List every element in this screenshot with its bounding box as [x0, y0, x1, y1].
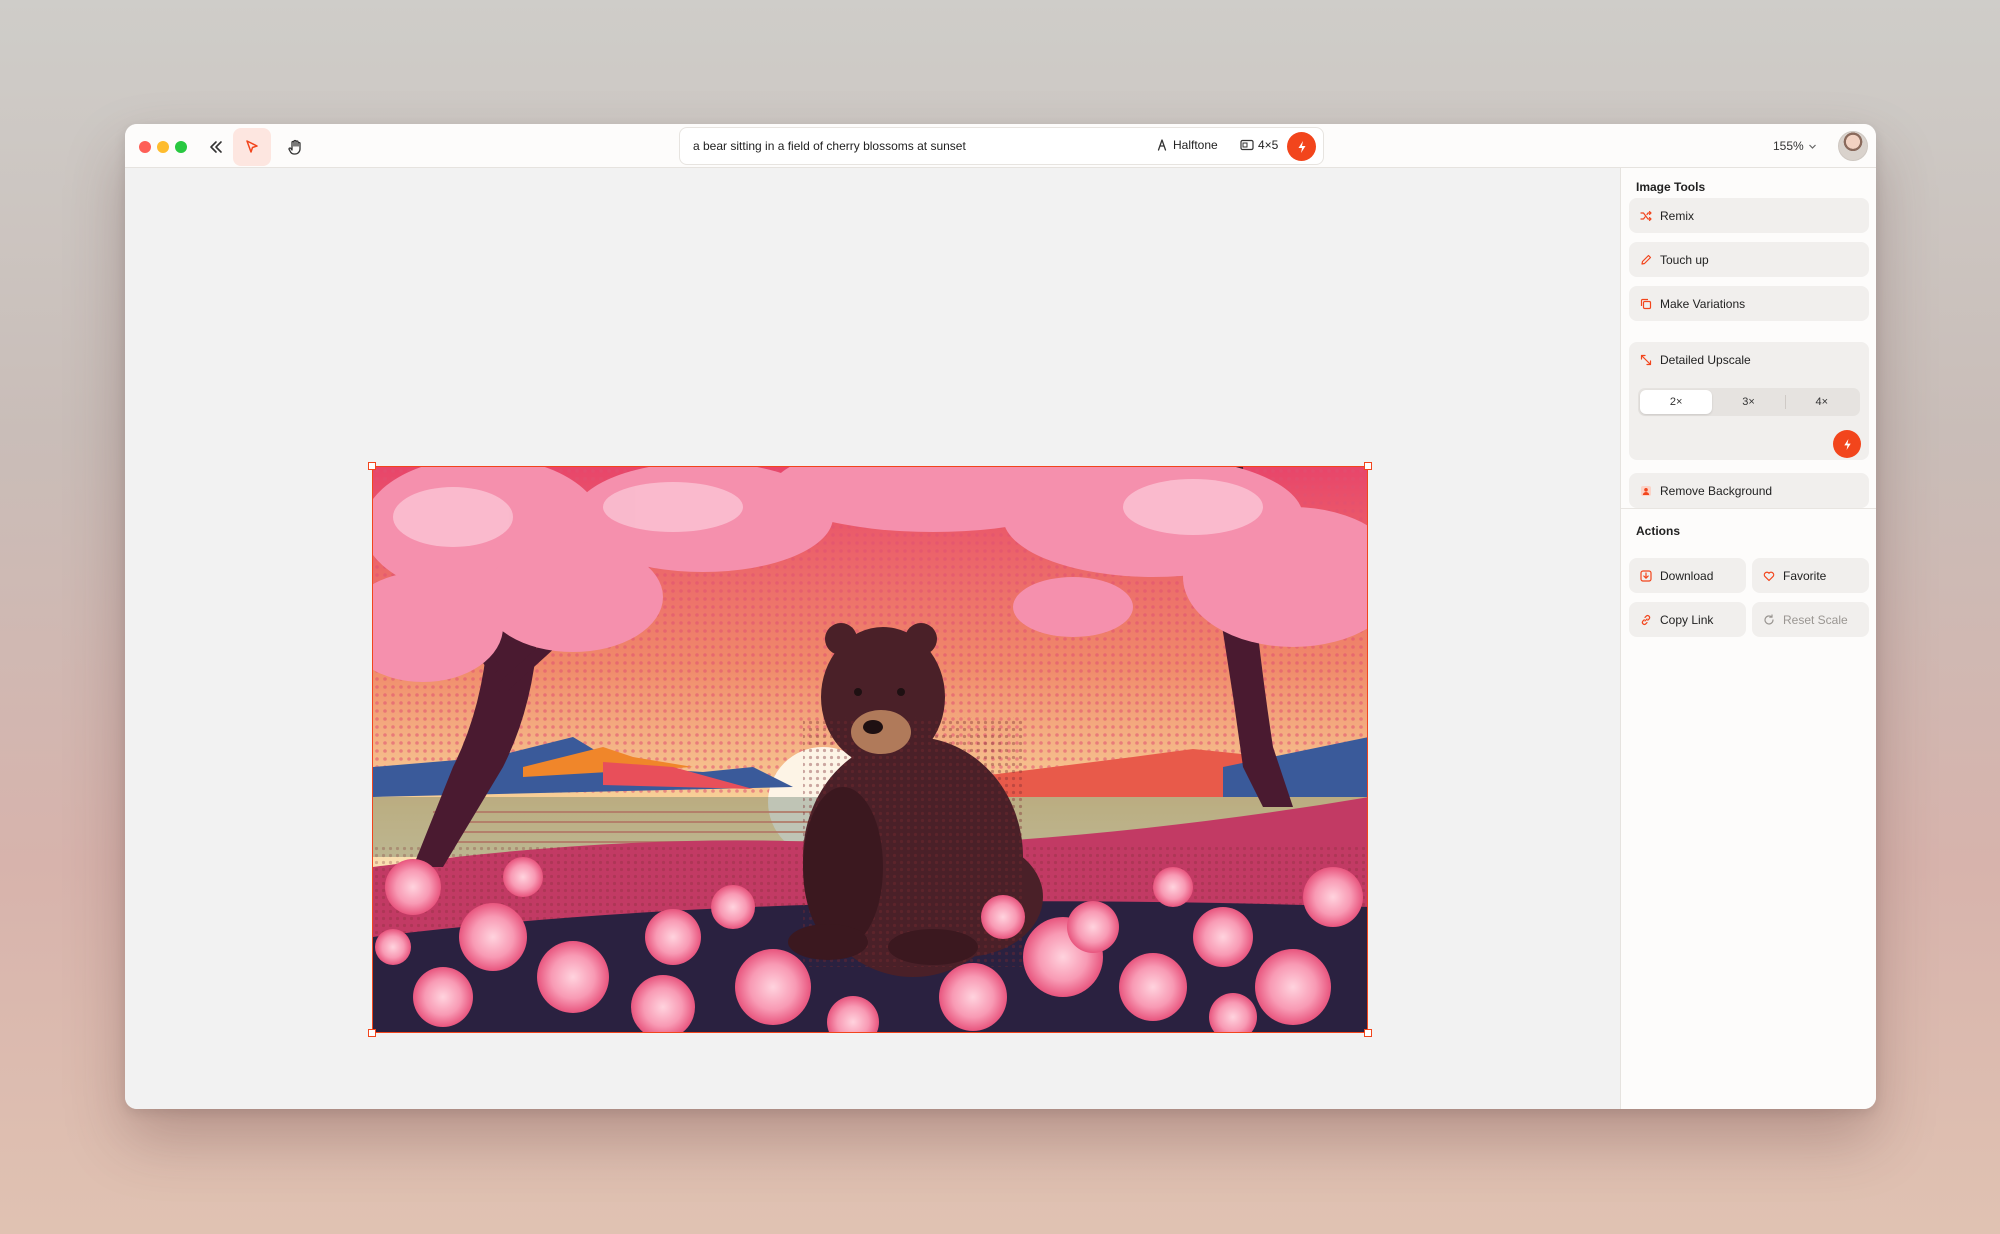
- zoom-label: 155%: [1773, 139, 1804, 153]
- style-selector[interactable]: Halftone: [1156, 138, 1218, 152]
- bear-cherry-blossom-artwork: [373, 467, 1367, 1032]
- download-icon: [1640, 569, 1652, 582]
- remove-background-label: Remove Background: [1660, 483, 1773, 498]
- resize-handle-bottom-right[interactable]: [1364, 1029, 1372, 1037]
- favorite-label: Favorite: [1783, 568, 1827, 583]
- expand-arrows-icon: [1640, 354, 1652, 366]
- touch-up-label: Touch up: [1660, 252, 1709, 267]
- remix-label: Remix: [1660, 208, 1695, 223]
- zoom-dropdown[interactable]: 155%: [1773, 139, 1817, 153]
- pointer-arrow-icon: [246, 140, 258, 153]
- detailed-upscale-header[interactable]: Detailed Upscale: [1640, 353, 1751, 367]
- favorite-button[interactable]: Favorite: [1752, 558, 1869, 593]
- avatar[interactable]: [1838, 131, 1868, 161]
- upscale-generate-button[interactable]: [1833, 430, 1861, 458]
- shuffle-icon: [1640, 210, 1652, 221]
- detailed-upscale-card: Detailed Upscale 2× 3× 4×: [1629, 342, 1869, 460]
- minimize-window-button[interactable]: [157, 141, 169, 153]
- chevron-down-icon: [1808, 144, 1816, 149]
- image-tools-panel: Image Tools Remix Touch up Make Variatio…: [1620, 168, 1876, 1109]
- lightning-icon: [1298, 140, 1305, 153]
- upscale-option-4x[interactable]: 4×: [1786, 390, 1858, 414]
- reset-scale-button[interactable]: Reset Scale: [1752, 602, 1869, 637]
- resize-handle-top-right[interactable]: [1364, 462, 1372, 470]
- upscale-option-2x[interactable]: 2×: [1640, 390, 1713, 414]
- aspect-ratio-selector[interactable]: 4×5: [1240, 138, 1278, 152]
- prompt-bar[interactable]: a bear sitting in a field of cherry blos…: [679, 127, 1324, 165]
- copy-icon: [1640, 298, 1652, 309]
- close-window-button[interactable]: [139, 141, 151, 153]
- make-variations-button[interactable]: Make Variations: [1629, 286, 1869, 321]
- ratio-label: 4×5: [1258, 138, 1279, 152]
- collapse-sidebar-button[interactable]: [203, 134, 229, 160]
- select-tool-button[interactable]: [233, 128, 271, 166]
- maximize-window-button[interactable]: [175, 141, 187, 153]
- hand-icon: [288, 139, 301, 155]
- touch-up-button[interactable]: Touch up: [1629, 242, 1869, 277]
- generate-button[interactable]: [1287, 132, 1316, 161]
- generated-image[interactable]: [372, 466, 1368, 1033]
- prompt-input[interactable]: a bear sitting in a field of cherry blos…: [693, 139, 966, 153]
- double-chevron-left-icon: [210, 141, 222, 153]
- resize-handle-bottom-left[interactable]: [368, 1029, 376, 1037]
- download-label: Download: [1660, 568, 1714, 583]
- brush-icon: [1157, 139, 1167, 151]
- style-label: Halftone: [1173, 138, 1218, 152]
- image-tools-title: Image Tools: [1636, 180, 1706, 194]
- lightning-icon: [1843, 438, 1851, 450]
- actions-title: Actions: [1636, 524, 1681, 538]
- copy-link-button[interactable]: Copy Link: [1629, 602, 1746, 637]
- aspect-ratio-icon: [1240, 139, 1254, 151]
- copy-link-label: Copy Link: [1660, 612, 1714, 627]
- upscale-factor-selector: 2× 3× 4×: [1638, 388, 1860, 416]
- upscale-option-3x[interactable]: 3×: [1712, 390, 1784, 414]
- link-icon: [1641, 614, 1651, 625]
- titlebar: a bear sitting in a field of cherry blos…: [125, 124, 1876, 168]
- resize-handle-top-left[interactable]: [368, 462, 376, 470]
- make-variations-label: Make Variations: [1660, 296, 1746, 311]
- pan-tool-button[interactable]: [277, 128, 315, 166]
- app-window: a bear sitting in a field of cherry blos…: [125, 124, 1876, 1109]
- pencil-icon: [1641, 254, 1652, 265]
- section-divider: [1621, 508, 1876, 509]
- canvas[interactable]: [125, 168, 1620, 1109]
- refresh-icon: [1764, 613, 1774, 625]
- heart-icon: [1763, 571, 1775, 581]
- detailed-upscale-label: Detailed Upscale: [1660, 353, 1751, 367]
- remix-button[interactable]: Remix: [1629, 198, 1869, 233]
- remove-background-button[interactable]: Remove Background: [1629, 473, 1869, 508]
- person-icon: [1641, 485, 1651, 496]
- reset-scale-label: Reset Scale: [1783, 612, 1848, 627]
- download-button[interactable]: Download: [1629, 558, 1746, 593]
